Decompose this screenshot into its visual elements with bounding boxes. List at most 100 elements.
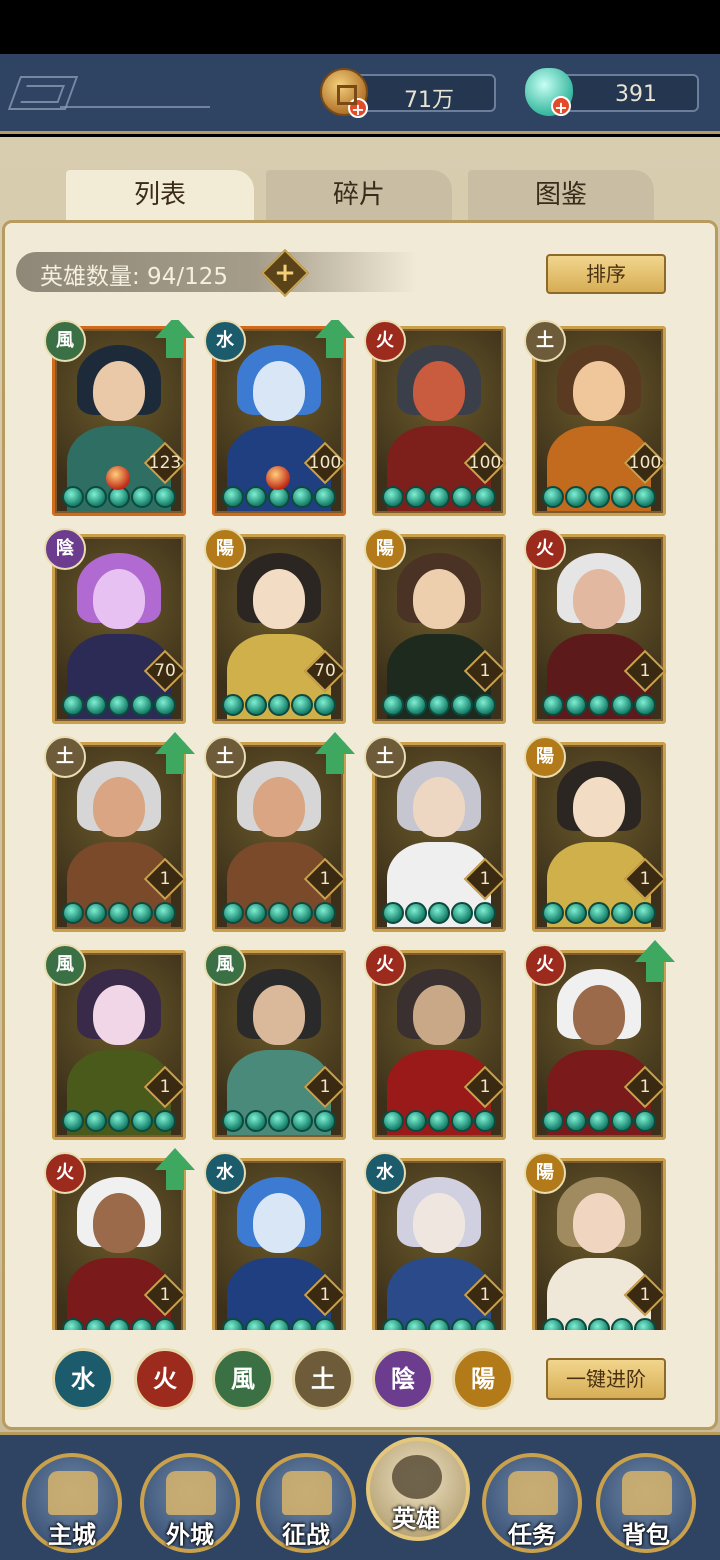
hero-card[interactable]: 風 123	[44, 320, 195, 516]
nav-outer-city[interactable]: 外城	[140, 1453, 240, 1553]
gem-counter[interactable]: + 391	[525, 68, 699, 117]
hero-card[interactable]: 陽1	[364, 528, 507, 724]
star-icon	[382, 902, 404, 924]
upgrade-arrow-icon	[632, 940, 678, 986]
hero-level: 70	[314, 661, 336, 681]
filter-yang-button[interactable]: 陽	[452, 1348, 514, 1410]
star-icon	[451, 694, 473, 716]
star-icon	[245, 902, 267, 924]
star-icon	[428, 486, 450, 508]
star-icon	[268, 1318, 290, 1330]
game-logo-icon	[7, 76, 79, 110]
hero-card[interactable]: 風1	[44, 944, 187, 1140]
star-icon	[634, 694, 656, 716]
hero-card[interactable]: 陰 70	[44, 528, 187, 724]
star-rating	[222, 902, 336, 924]
hero-card[interactable]: 風1	[204, 944, 347, 1140]
element-badge: 水	[204, 320, 246, 362]
star-icon	[131, 486, 153, 508]
hero-card[interactable]: 土 100	[524, 320, 667, 516]
nav-main-city[interactable]: 主城	[22, 1453, 122, 1553]
filter-yin-button[interactable]: 陰	[372, 1348, 434, 1410]
hero-level: 1	[159, 869, 171, 889]
hero-card[interactable]: 火 100	[364, 320, 507, 516]
sort-button[interactable]: 排序	[546, 254, 666, 294]
auto-advance-button[interactable]: 一键进阶	[546, 1358, 666, 1400]
bag-icon	[622, 1471, 672, 1515]
hero-card[interactable]: 陽 70	[204, 528, 347, 724]
star-icon	[611, 1110, 633, 1132]
hero-card[interactable]: 土1	[364, 736, 507, 932]
star-icon	[108, 694, 130, 716]
hero-card[interactable]: 水1	[204, 1152, 347, 1330]
star-icon	[108, 1318, 130, 1330]
filter-water-button[interactable]: 水	[52, 1348, 114, 1410]
add-gems-icon[interactable]: +	[551, 96, 571, 117]
gem-value: 391	[615, 82, 657, 107]
star-rating	[62, 694, 176, 716]
star-icon	[588, 1318, 610, 1330]
star-icon	[474, 1318, 496, 1330]
star-icon	[131, 902, 153, 924]
nav-label: 主城	[48, 1521, 96, 1549]
coin-counter[interactable]: + 71万	[320, 68, 496, 119]
add-coins-icon[interactable]: +	[348, 98, 368, 119]
star-icon	[451, 902, 473, 924]
hero-card[interactable]: 火1	[44, 1148, 195, 1330]
star-icon	[542, 486, 564, 508]
star-icon	[611, 694, 633, 716]
element-badge: 土	[364, 736, 406, 778]
hero-level: 100	[628, 453, 662, 473]
hero-card[interactable]: 水 100	[204, 320, 355, 516]
hero-card[interactable]: 火1	[364, 944, 507, 1140]
hero-level: 100	[468, 453, 502, 473]
hero-level: 1	[319, 869, 331, 889]
star-rating	[382, 694, 496, 716]
upgrade-arrow-icon	[152, 1148, 198, 1194]
outer-city-icon	[166, 1471, 216, 1515]
plus-icon: +	[274, 258, 296, 288]
hero-card[interactable]: 火1	[524, 528, 667, 724]
hero-card[interactable]: 土1	[44, 732, 195, 932]
nav-backpack[interactable]: 背包	[596, 1453, 696, 1553]
nav-campaign[interactable]: 征战	[256, 1453, 356, 1553]
star-icon	[62, 694, 84, 716]
city-gate-icon	[48, 1471, 98, 1515]
hero-card[interactable]: 水1	[364, 1152, 507, 1330]
filter-wind-button[interactable]: 風	[212, 1348, 274, 1410]
tab-codex[interactable]: 图鉴	[468, 170, 654, 220]
star-icon	[634, 486, 656, 508]
nav-heroes[interactable]: 英雄	[366, 1437, 470, 1541]
element-badge: 土	[44, 736, 86, 778]
filter-fire-button[interactable]: 火	[134, 1348, 196, 1410]
fire-orb-icon	[106, 466, 130, 490]
hero-card[interactable]: 陽1	[524, 1152, 667, 1330]
hero-level: 100	[308, 453, 342, 473]
star-icon	[474, 486, 496, 508]
tab-fragments[interactable]: 碎片	[266, 170, 452, 220]
star-icon	[291, 902, 313, 924]
star-icon	[62, 1318, 84, 1330]
hero-card[interactable]: 土1	[204, 732, 355, 932]
star-icon	[222, 486, 244, 508]
star-icon	[154, 1318, 176, 1330]
star-icon	[565, 1318, 587, 1330]
star-icon	[405, 902, 427, 924]
star-icon	[108, 1110, 130, 1132]
nav-label: 背包	[622, 1521, 670, 1549]
tab-list[interactable]: 列表	[66, 170, 254, 220]
hero-card[interactable]: 火1	[524, 940, 675, 1140]
hero-card[interactable]: 陽1	[524, 736, 667, 932]
upgrade-arrow-icon	[312, 732, 358, 778]
nav-label: 征战	[282, 1521, 330, 1549]
star-icon	[314, 1110, 336, 1132]
star-icon	[222, 1318, 244, 1330]
nav-tasks[interactable]: 任务	[482, 1453, 582, 1553]
star-icon	[85, 486, 107, 508]
star-rating	[542, 486, 656, 508]
star-icon	[474, 1110, 496, 1132]
star-icon	[314, 694, 336, 716]
star-icon	[382, 1110, 404, 1132]
filter-earth-button[interactable]: 土	[292, 1348, 354, 1410]
star-icon	[542, 1110, 564, 1132]
